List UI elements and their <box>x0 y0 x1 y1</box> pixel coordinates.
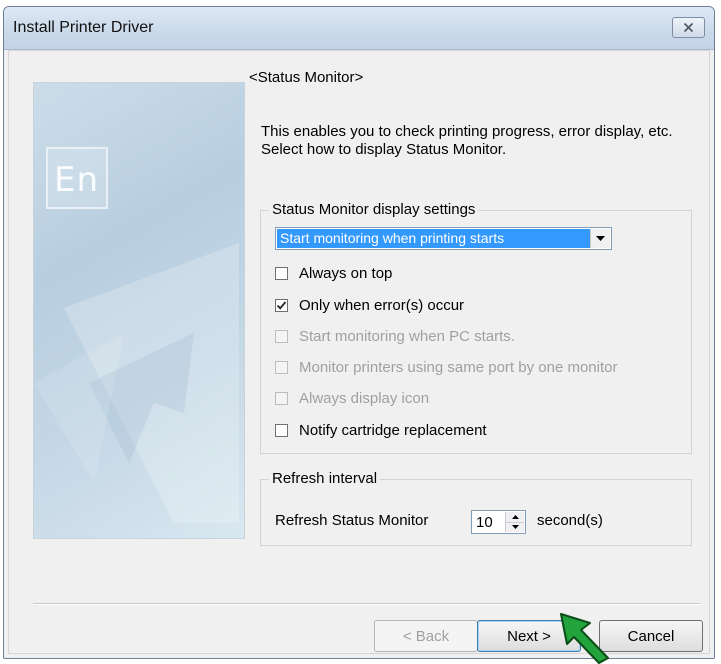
dropdown-button[interactable] <box>590 229 610 248</box>
only-when-errors-checkbox[interactable]: Only when error(s) occur <box>275 295 464 315</box>
window-title: Install Printer Driver <box>13 19 154 36</box>
refresh-unit: second(s) <box>537 512 603 529</box>
refresh-interval-group: Refresh interval Refresh Status Monitor … <box>260 470 692 546</box>
display-settings-group: Status Monitor display settings Start mo… <box>260 201 692 454</box>
logo-icon: En <box>46 147 108 209</box>
arrow-up-icon <box>511 514 519 519</box>
display-settings-title: Status Monitor display settings <box>269 201 479 218</box>
page-title: <Status Monitor> <box>249 69 364 86</box>
page-description: This enables you to check printing progr… <box>261 123 701 159</box>
checkbox-label: Always on top <box>299 264 393 282</box>
refresh-interval-value[interactable]: 10 <box>476 514 493 531</box>
refresh-label: Refresh Status Monitor <box>275 512 429 529</box>
same-port-monitor-checkbox: Monitor printers using same port by one … <box>275 357 617 377</box>
checkbox-box <box>275 360 288 374</box>
checkmark-icon <box>276 300 287 310</box>
checkbox-box[interactable] <box>275 266 288 280</box>
checkbox-label: Start monitoring when PC starts. <box>299 327 515 345</box>
refresh-interval-title: Refresh interval <box>269 470 381 487</box>
spinner-buttons <box>505 512 524 532</box>
checkbox-box <box>275 391 288 405</box>
description-line: Select how to display Status Monitor. <box>261 141 507 158</box>
back-button[interactable]: < Back <box>374 620 478 652</box>
arrow-down-icon <box>511 525 519 530</box>
checkbox-label: Always display icon <box>299 389 430 407</box>
chevron-down-icon <box>596 235 605 241</box>
start-monitoring-pc-checkbox: Start monitoring when PC starts. <box>275 326 515 346</box>
side-banner: En <box>33 82 245 539</box>
title-bar[interactable]: Install Printer Driver <box>4 7 714 50</box>
install-printer-driver-dialog: Install Printer Driver En <Status Monito… <box>3 6 715 659</box>
logo-text: En <box>54 160 100 200</box>
description-line: This enables you to check printing progr… <box>261 123 673 140</box>
monitoring-mode-value: Start monitoring when printing starts <box>277 229 590 248</box>
close-button[interactable] <box>672 17 705 38</box>
always-display-icon-checkbox: Always display icon <box>275 388 429 408</box>
button-separator <box>33 603 700 605</box>
checkbox-box[interactable] <box>275 423 288 437</box>
spin-down-button[interactable] <box>506 521 524 532</box>
dialog-client-area: En <Status Monitor> This enables you to … <box>8 50 710 654</box>
checkbox-box[interactable] <box>275 298 288 312</box>
checkbox-box <box>275 329 288 343</box>
checkbox-label: Notify cartridge replacement <box>299 421 487 439</box>
mouse-pointer-icon <box>560 613 609 664</box>
always-on-top-checkbox[interactable]: Always on top <box>275 263 392 283</box>
refresh-interval-spinner[interactable]: 10 <box>471 510 526 534</box>
checkbox-label: Only when error(s) occur <box>299 296 465 314</box>
close-icon <box>683 22 694 33</box>
monitoring-mode-select[interactable]: Start monitoring when printing starts <box>275 227 612 250</box>
checkbox-label: Monitor printers using same port by one … <box>299 358 618 376</box>
spin-up-button[interactable] <box>506 512 524 522</box>
notify-cartridge-checkbox[interactable]: Notify cartridge replacement <box>275 420 487 440</box>
